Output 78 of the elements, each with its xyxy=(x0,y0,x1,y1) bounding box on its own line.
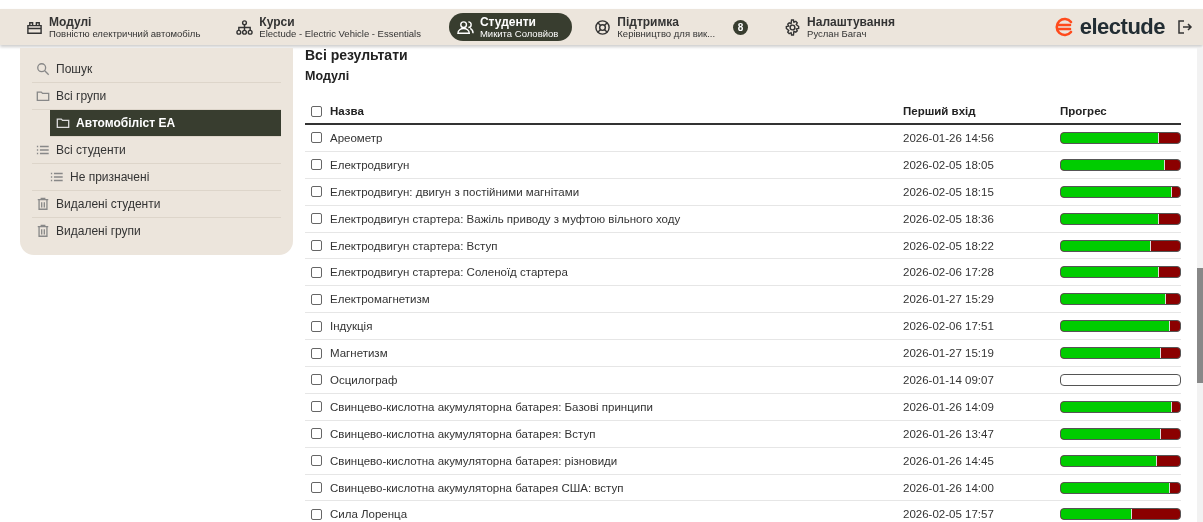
table-cell-text: 2026-01-26 14:56 xyxy=(903,131,995,144)
list-icon xyxy=(50,170,64,184)
table-cell-text: 2026-02-06 17:28 xyxy=(903,266,995,279)
table-cell-text: 2026-02-05 17:57 xyxy=(903,508,995,521)
table-cell-text: 2026-01-27 15:29 xyxy=(903,293,995,306)
settings-icon xyxy=(784,18,802,36)
list-icon xyxy=(36,143,50,157)
logo-text: electude xyxy=(1079,14,1165,40)
checkbox[interactable] xyxy=(311,159,322,171)
logout-icon[interactable] xyxy=(1177,19,1193,35)
table-cell: Ареометр xyxy=(330,131,383,144)
checkbox[interactable] xyxy=(311,320,322,332)
table-cell: Електродвигун стартера: Соленоїд стартера xyxy=(330,266,568,279)
search-icon xyxy=(36,62,50,76)
sidebar-item[interactable]: Видалені студенти xyxy=(32,191,281,218)
table-cell: Свинцево-кислотна акумуляторна батарея: Базові принципи xyxy=(330,400,653,413)
checkbox[interactable] xyxy=(311,482,322,493)
table-cell-text: 2026-01-27 15:19 xyxy=(903,347,995,360)
count-badge: 8 xyxy=(733,19,749,35)
table-cell-text: 2026-01-14 09:07 xyxy=(903,373,995,386)
table-cell: Свинцево-кислотна акумуляторна батарея: Вступ xyxy=(330,427,596,440)
lifebuoy-icon xyxy=(594,18,612,36)
table-cell-text: 2026-02-06 17:51 xyxy=(903,320,995,333)
sidebar-item[interactable]: Не призначені xyxy=(32,164,281,191)
trash-icon xyxy=(36,224,50,238)
section-title: Модулі xyxy=(305,69,351,83)
checkbox[interactable] xyxy=(311,374,322,386)
checkbox[interactable] xyxy=(311,508,322,520)
table-cell-text: 2026-01-26 14:45 xyxy=(903,454,995,467)
sidebar-item[interactable]: Видалені групи xyxy=(32,218,281,244)
checkbox[interactable] xyxy=(311,455,322,467)
nav-tab[interactable]: Підтримка Керівництво для вик... 8 xyxy=(586,12,763,42)
nav-tab[interactable]: Студенти Микита Соловйов xyxy=(448,12,573,42)
table-cell: Електродвигун стартера: Важіль приводу з муфтою вільного ходу xyxy=(330,212,681,225)
nav-tab[interactable]: Модулі Повністю електричний автомобіль xyxy=(18,12,215,42)
column-header[interactable]: Перший вхід xyxy=(903,105,1060,117)
table-cell-text: 2026-01-26 14:09 xyxy=(903,400,995,413)
checkbox[interactable] xyxy=(311,213,322,225)
page-title: Всі результати xyxy=(305,47,409,63)
table-cell-text: 2026-02-05 18:15 xyxy=(903,185,995,198)
table-cell-text: 2026-02-05 18:36 xyxy=(903,212,995,225)
column-header[interactable]: Прогрес xyxy=(1060,105,1181,117)
sidebar-item[interactable]: Пошук xyxy=(32,56,281,83)
table-cell: Електромагнетизм xyxy=(330,293,430,306)
checkbox[interactable] xyxy=(311,240,322,251)
table-cell: Електродвигун стартера: Вступ xyxy=(330,239,498,252)
folder-icon xyxy=(56,116,70,130)
table-cell-text: 2026-02-05 18:05 xyxy=(903,158,995,171)
checkbox[interactable] xyxy=(311,186,322,198)
table-cell: Осцилограф xyxy=(330,373,398,386)
checkbox[interactable] xyxy=(311,105,322,117)
table-cell: Сила Лоренца xyxy=(330,508,408,521)
scrollbar[interactable] xyxy=(1197,48,1203,522)
checkbox[interactable] xyxy=(311,266,322,278)
column-header[interactable]: Назва xyxy=(330,105,364,117)
table-cell: Свинцево-кислотна акумуляторна батарея США: вступ xyxy=(330,481,624,494)
sidebar-item[interactable]: Автомобіліст ЕА xyxy=(50,110,281,137)
table-cell: Індукція xyxy=(330,320,373,333)
table-cell-text: 2026-01-26 13:47 xyxy=(903,427,995,440)
trash-icon xyxy=(36,197,50,211)
nav-tab[interactable]: Налаштування Руслан Багач xyxy=(776,12,909,42)
checkbox[interactable] xyxy=(311,401,322,413)
table-cell: Магнетизм xyxy=(330,347,388,360)
nav-tab[interactable]: Курси Electude - Electric Vehicle - Essentials xyxy=(228,12,435,42)
hierarchy-icon xyxy=(236,18,254,36)
table-cell: Свинцево-кислотна акумуляторна батарея: різновиди xyxy=(330,454,618,467)
table-cell-text: 2026-02-05 18:22 xyxy=(903,239,995,252)
sidebar-item[interactable]: Всі студенти xyxy=(32,137,281,164)
checkbox[interactable] xyxy=(311,428,322,440)
table-cell: Електродвигун xyxy=(330,158,410,171)
table-cell: Електродвигун: двигун з постійними магнітами xyxy=(330,185,580,198)
checkbox[interactable] xyxy=(311,347,322,359)
checkbox[interactable] xyxy=(311,132,322,144)
folder-icon xyxy=(36,89,50,103)
logo-icon xyxy=(1053,17,1074,37)
checkbox[interactable] xyxy=(311,293,322,305)
users-icon xyxy=(456,18,474,36)
table-cell-text: 2026-01-26 14:00 xyxy=(903,481,995,494)
